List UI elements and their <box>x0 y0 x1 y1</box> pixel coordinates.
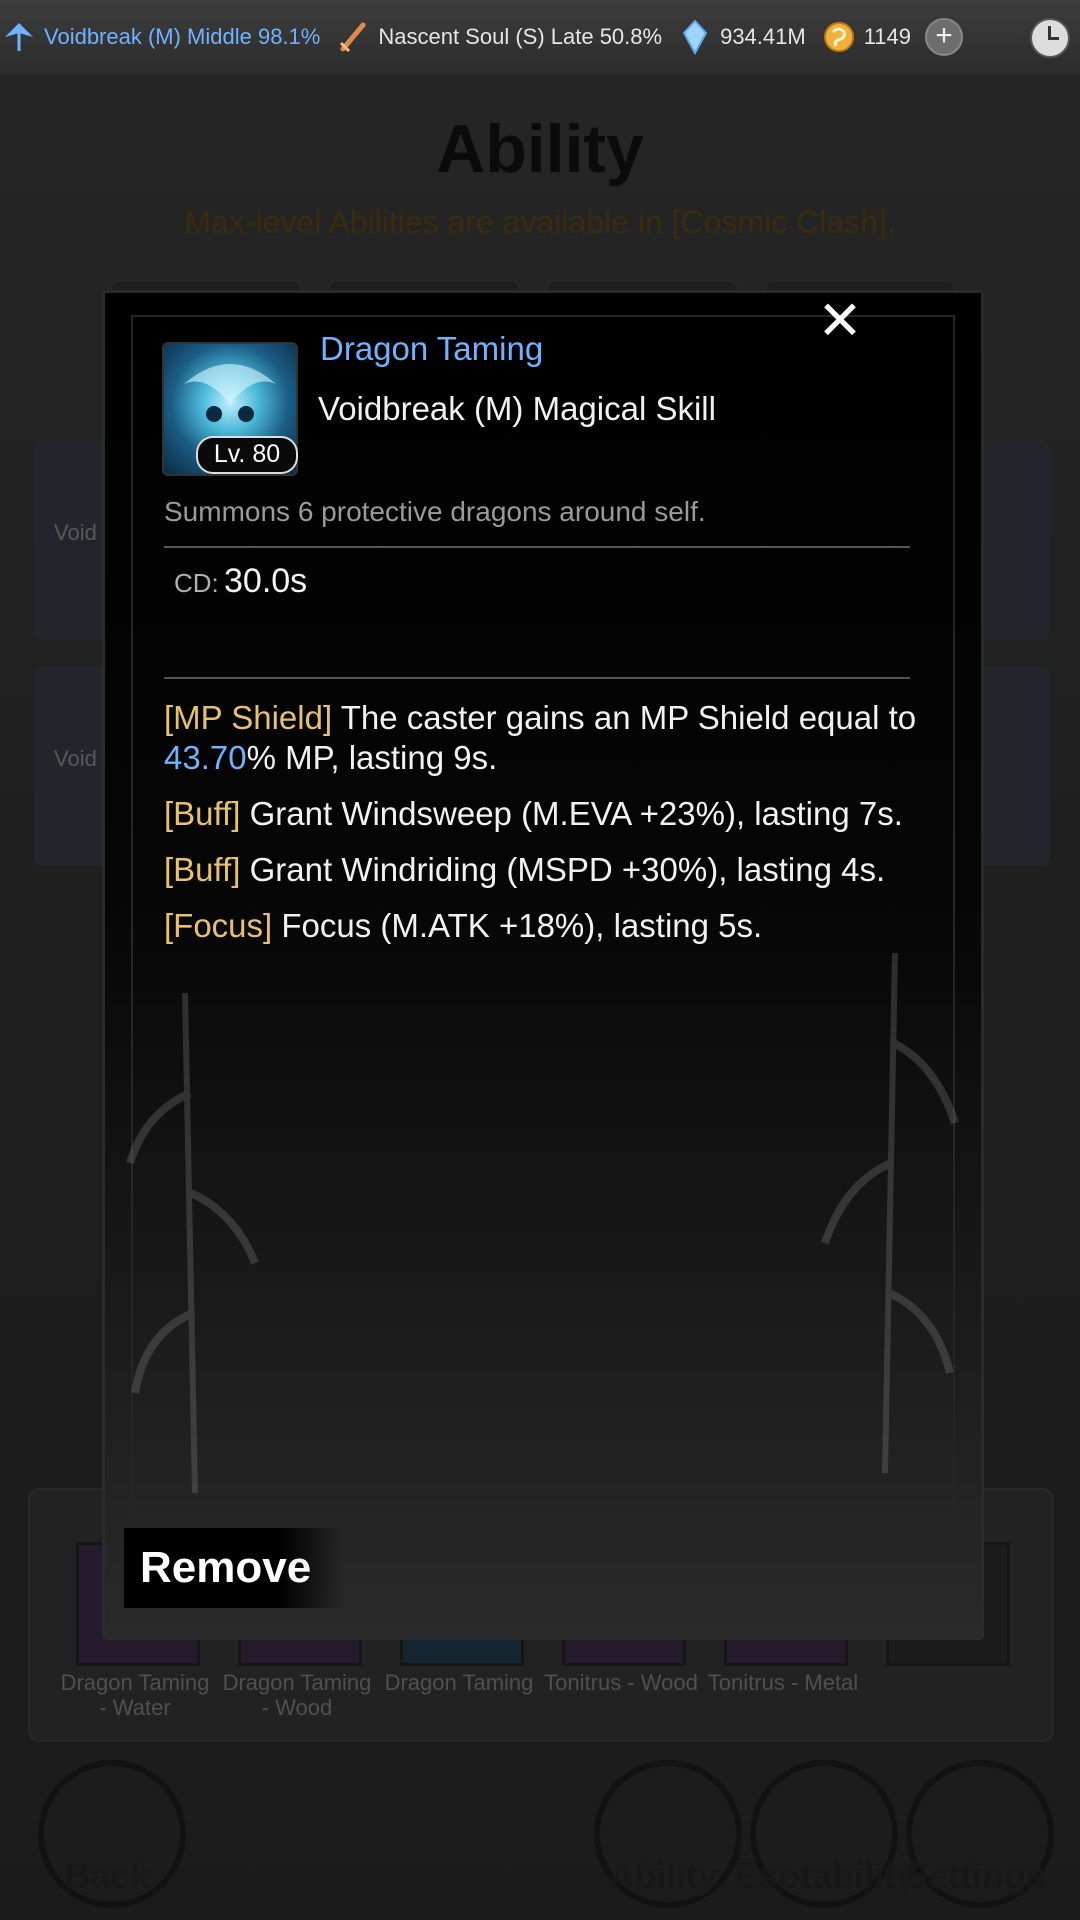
spirit-stones[interactable]: 934.41M <box>676 18 806 56</box>
skill-name: Dragon Taming <box>320 330 544 367</box>
cooldown-label: CD: <box>174 568 219 598</box>
skill-level-badge: Lv. 80 <box>196 436 298 474</box>
divider <box>164 677 910 679</box>
effect-line: [Focus] Focus (M.ATK +18%), lasting 5s. <box>164 906 924 946</box>
effect-text: Grant Windsweep (M.EVA +23%), lasting 7s… <box>240 795 903 832</box>
gold-coin-icon <box>820 18 858 56</box>
body-status[interactable]: Nascent Soul (S) Late 50.8% <box>334 18 662 56</box>
cultivation-status[interactable]: Voidbreak (M) Middle 98.1% <box>0 18 320 56</box>
effect-text: Focus (M.ATK +18%), lasting 5s. <box>272 907 763 944</box>
crystal-icon <box>676 18 714 56</box>
plus-icon[interactable]: + <box>925 18 964 56</box>
effect-line: [MP Shield] The caster gains an MP Shiel… <box>164 698 924 778</box>
gold-value: 1149 <box>863 24 912 49</box>
effect-line: [Buff] Grant Windriding (MSPD +30%), las… <box>164 850 924 890</box>
remove-button[interactable]: Remove <box>124 1528 344 1608</box>
top-status-bar: Voidbreak (M) Middle 98.1% Nascent Soul … <box>0 0 1080 74</box>
effect-line: [Buff] Grant Windsweep (M.EVA +23%), las… <box>164 794 924 834</box>
close-icon[interactable]: ✕ <box>816 294 864 348</box>
divider <box>164 546 910 548</box>
effect-text-end: % MP, lasting 9s. <box>246 739 498 776</box>
effect-tag: [Buff] <box>164 851 241 888</box>
spirit-stones-value: 934.41M <box>720 24 806 49</box>
gold-currency[interactable]: 1149 <box>820 18 911 56</box>
effect-tag: [Focus] <box>164 907 273 944</box>
skill-description: Summons 6 protective dragons around self… <box>164 496 706 527</box>
cultivation-realm-text: Voidbreak (M) Middle 98.1% <box>44 24 321 49</box>
effect-text: The caster gains an MP Shield equal to <box>332 699 917 736</box>
cooldown-value: 30.0s <box>224 562 308 600</box>
fan-icon <box>0 18 38 56</box>
bamboo-decoration <box>126 993 259 1493</box>
skill-effects: [MP Shield] The caster gains an MP Shiel… <box>164 698 924 962</box>
skill-type: Voidbreak (M) Magical Skill <box>318 390 716 427</box>
effect-value: 43.70 <box>164 739 247 776</box>
skill-detail-modal <box>102 290 984 1640</box>
clock-icon[interactable] <box>1030 18 1070 58</box>
bamboo-decoration <box>821 953 959 1473</box>
effect-text: Grant Windriding (MSPD +30%), lasting 4s… <box>240 851 886 888</box>
effect-tag: [Buff] <box>164 795 241 832</box>
sword-icon <box>334 18 372 56</box>
body-realm-text: Nascent Soul (S) Late 50.8% <box>378 24 663 49</box>
effect-tag: [MP Shield] <box>164 699 333 736</box>
